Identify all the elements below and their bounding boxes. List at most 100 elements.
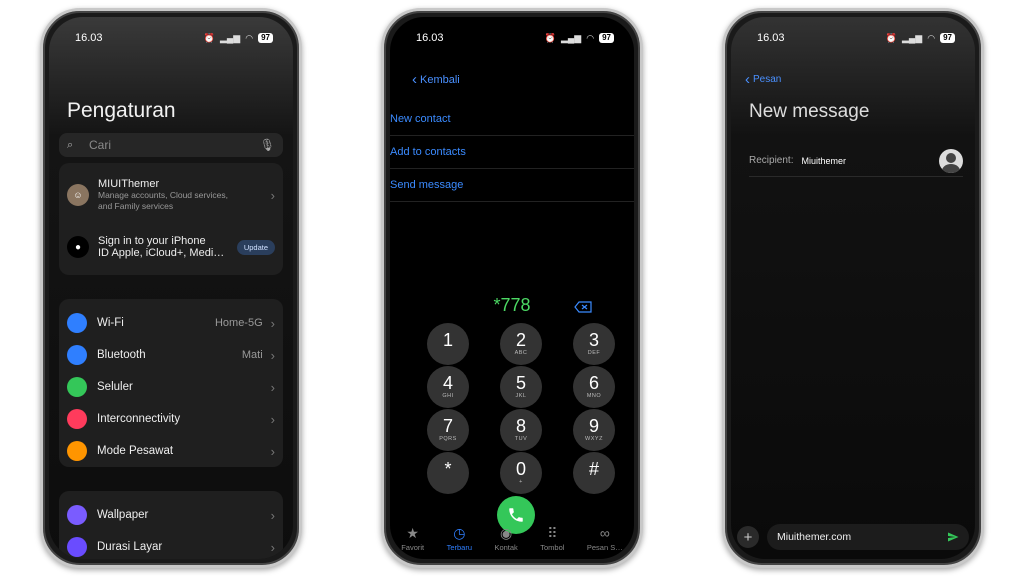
update-button[interactable]: Update xyxy=(236,239,275,255)
battery-indicator: 97 xyxy=(258,33,273,43)
send-icon[interactable] xyxy=(947,531,959,543)
dial-key-hash[interactable]: # xyxy=(573,452,615,494)
apple-icon: ● xyxy=(67,236,89,258)
dial-key-5[interactable]: 5 JKL xyxy=(500,366,542,408)
recipient-field[interactable]: Recipient: Miuithemer xyxy=(749,145,963,177)
settings-row-interconnectivity[interactable]: Interconnectivity › xyxy=(59,403,283,435)
page-title: New message xyxy=(749,101,870,122)
new-contact-link[interactable]: New contact xyxy=(390,103,634,136)
recipient-value: Miuithemer xyxy=(801,155,846,166)
dial-key-star[interactable]: * xyxy=(427,452,469,494)
backspace-icon[interactable] xyxy=(574,301,592,313)
settings-row-wi-fi[interactable]: Wi-Fi Home-5G › xyxy=(59,307,283,339)
back-label: Kembali xyxy=(420,73,460,86)
back-label: Pesan xyxy=(753,74,782,85)
dial-key-letters: WXYZ xyxy=(585,436,603,442)
dial-key-digit: 4 xyxy=(442,373,453,393)
dial-key-digit: 3 xyxy=(588,330,599,350)
dial-key-letters: ABC xyxy=(514,350,528,356)
account-subtitle-1: Manage accounts, Cloud services, xyxy=(98,190,228,200)
settings-row-label: Mode Pesawat xyxy=(97,445,174,457)
tab-label: Tombol xyxy=(540,543,565,552)
tab-label: Favorit xyxy=(401,543,425,552)
airplane-icon xyxy=(67,441,87,461)
settings-row-value: Home-5G xyxy=(214,317,263,329)
connectivity-group: Wi-Fi Home-5G › Bluetooth Mati › Seluler › Inter… xyxy=(59,299,283,467)
dial-key-letters: GHI xyxy=(442,393,454,399)
dial-key-digit: * xyxy=(444,459,452,479)
alarm-icon: ⏰ xyxy=(885,32,897,43)
tab-kontak[interactable]: ◉ Kontak xyxy=(494,525,517,552)
dial-key-3[interactable]: 3 DEF xyxy=(573,323,615,365)
dialed-number: *778 xyxy=(493,295,531,315)
tab-icon: ◉ xyxy=(500,525,513,541)
signin-subtitle: ID Apple, iCloud+, Medi… xyxy=(98,247,225,259)
tab-terbaru[interactable]: ◷ Terbaru xyxy=(447,525,472,552)
settings-row-seluler[interactable]: Seluler › xyxy=(59,371,283,403)
microphone-icon[interactable]: 🎙 xyxy=(260,138,275,152)
add-attachment-button[interactable]: + xyxy=(737,526,759,548)
display-group: Wallpaper › Durasi Layar › xyxy=(59,491,283,559)
status-bar: 16.03 ⏰ ▂▄▆ ◠ 97 xyxy=(416,31,614,45)
alarm-icon: ⏰ xyxy=(544,32,556,43)
status-time: 16.03 xyxy=(757,32,785,44)
dial-key-digit: # xyxy=(588,459,599,479)
dial-key-7[interactable]: 7 PQRS xyxy=(427,409,469,451)
account-row[interactable]: ☺ MIUIThemer Manage accounts, Cloud serv… xyxy=(59,177,283,213)
settings-row-durasi-layar[interactable]: Durasi Layar › xyxy=(59,531,283,559)
add-to-contacts-link[interactable]: Add to contacts xyxy=(390,136,634,169)
dial-key-8[interactable]: 8 TUV xyxy=(500,409,542,451)
dial-key-digit: 2 xyxy=(515,330,526,350)
dial-key-digit: 1 xyxy=(442,330,453,350)
send-message-link[interactable]: Send message xyxy=(390,169,634,202)
contact-avatar-icon[interactable] xyxy=(939,148,963,173)
status-bar: 16.03 ⏰ ▂▄▆ ◠ 97 xyxy=(75,31,273,45)
cellular-icon xyxy=(67,377,87,397)
dial-key-0[interactable]: 0 + xyxy=(500,452,542,494)
settings-row-wallpaper[interactable]: Wallpaper › xyxy=(59,499,283,531)
tab-label: Pesan S… xyxy=(586,543,623,552)
chevron-right-icon: › xyxy=(270,539,275,555)
interconnectivity-icon xyxy=(67,409,87,429)
account-card: ☺ MIUIThemer Manage accounts, Cloud serv… xyxy=(59,163,283,275)
tab-label: Kontak xyxy=(494,543,518,552)
dial-key-4[interactable]: 4 GHI xyxy=(427,366,469,408)
composer: + Miuithemer.com xyxy=(737,523,969,551)
wifi-icon xyxy=(67,313,87,333)
chevron-left-icon: ‹ xyxy=(412,71,417,88)
dial-key-1[interactable]: 1 xyxy=(427,323,469,365)
tab-pesan-s-[interactable]: ∞ Pesan S… xyxy=(587,525,623,552)
settings-row-label: Seluler xyxy=(97,381,133,393)
settings-row-mode-pesawat[interactable]: Mode Pesawat › xyxy=(59,435,283,467)
chevron-right-icon: › xyxy=(270,347,275,363)
signal-icon: ▂▄▆ xyxy=(902,32,923,43)
tab-favorit[interactable]: ★ Favorit xyxy=(401,525,424,552)
dial-key-2[interactable]: 2 ABC xyxy=(500,323,542,365)
dial-key-9[interactable]: 9 WXYZ xyxy=(573,409,615,451)
dial-key-digit: 5 xyxy=(515,373,526,393)
tab-icon: ★ xyxy=(406,525,419,541)
phone-settings: 16.03 ⏰ ▂▄▆ ◠ 97 Pengaturan ⌕ Cari 🎙 ☺ M… xyxy=(40,8,302,568)
tab-label: Terbaru xyxy=(446,543,473,552)
phone-messages: 16.03 ⏰ ▂▄▆ ◠ 97 ‹ Pesan New message Rec… xyxy=(722,8,984,568)
tab-icon: ⠿ xyxy=(547,525,558,541)
dial-key-6[interactable]: 6 MNO xyxy=(573,366,615,408)
dial-key-letters: MNO xyxy=(586,393,602,399)
dial-key-letters: + xyxy=(519,479,523,485)
back-button[interactable]: ‹ Pesan xyxy=(745,71,781,88)
search-input[interactable]: ⌕ Cari 🎙 xyxy=(59,133,283,157)
back-button[interactable]: ‹ Kembali xyxy=(412,71,460,88)
settings-row-bluetooth[interactable]: Bluetooth Mati › xyxy=(59,339,283,371)
status-time: 16.03 xyxy=(75,32,103,44)
dial-key-letters: PQRS xyxy=(439,436,457,442)
recipient-label: Recipient: xyxy=(749,155,794,166)
dial-key-digit: 7 xyxy=(442,416,453,436)
chevron-right-icon: › xyxy=(270,443,275,459)
tab-icon: ∞ xyxy=(599,525,610,541)
wallpaper-icon xyxy=(67,505,87,525)
message-text: Miuithemer.com xyxy=(777,531,852,543)
signin-row[interactable]: ● Sign in to your iPhone ID Apple, iClou… xyxy=(59,231,283,263)
search-icon: ⌕ xyxy=(67,138,74,151)
tab-tombol[interactable]: ⠿ Tombol xyxy=(540,525,564,552)
message-input[interactable]: Miuithemer.com xyxy=(767,524,969,550)
